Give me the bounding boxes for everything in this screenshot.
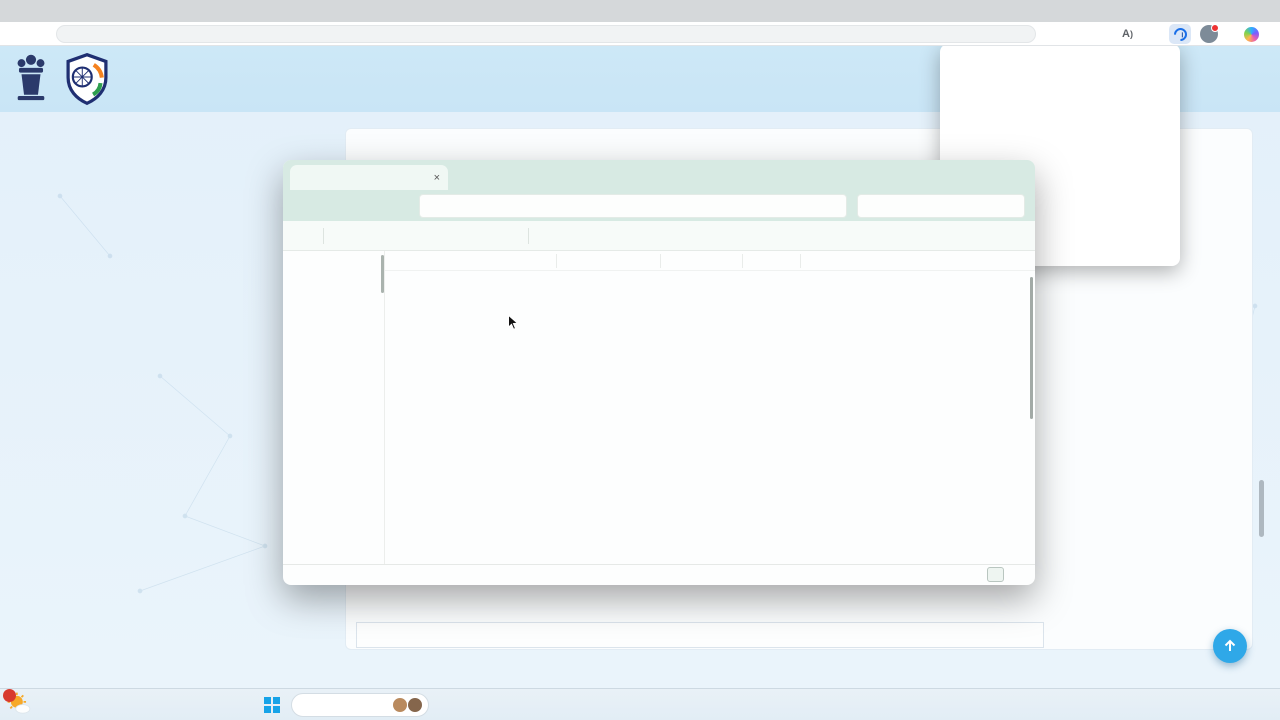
- explorer-file-list: [385, 251, 1035, 564]
- explorer-close-button[interactable]: [997, 160, 1027, 190]
- browser-toolbar-right: A): [1122, 22, 1272, 46]
- nic-vpn-shield-logo: [60, 52, 114, 106]
- window-maximize-button[interactable]: [1212, 0, 1246, 22]
- explorer-title-bar: ×: [283, 160, 1035, 190]
- view-button[interactable]: [563, 233, 585, 239]
- new-tab-button[interactable]: [18, 0, 40, 22]
- taskbar: [0, 688, 1280, 720]
- file-list-scrollbar-thumb[interactable]: [1030, 277, 1033, 419]
- explorer-command-bar: [283, 221, 1035, 251]
- taskbar-center: [260, 689, 436, 720]
- notification-badge: [3, 689, 16, 702]
- column-type[interactable]: [661, 254, 743, 268]
- profile-avatar[interactable]: [1200, 25, 1218, 43]
- large-icons-view-toggle-icon[interactable]: [1008, 567, 1025, 582]
- notifications-bell-icon: [649, 71, 663, 86]
- explorer-tab-close-icon[interactable]: ×: [434, 172, 440, 184]
- weather-widget[interactable]: [6, 691, 37, 717]
- column-name[interactable]: [385, 254, 557, 268]
- system-tray: [1229, 689, 1276, 720]
- taskbar-search[interactable]: [291, 693, 429, 717]
- tab-search-chevron-icon[interactable]: [0, 0, 18, 22]
- explorer-address-bar: [283, 190, 1035, 221]
- column-date-modified[interactable]: [557, 254, 661, 268]
- search-highlight-avatar: [407, 697, 423, 713]
- explorer-maximize-button[interactable]: [967, 160, 997, 190]
- search-downloads-input[interactable]: [857, 194, 1025, 218]
- explorer-minimize-button[interactable]: [937, 160, 967, 190]
- browser-window-controls: [1178, 0, 1280, 22]
- arrow-up-icon: [1222, 638, 1238, 654]
- details-view-toggle-icon[interactable]: [987, 567, 1004, 582]
- explorer-sidebar: [283, 251, 385, 564]
- window-minimize-button[interactable]: [1178, 0, 1212, 22]
- weather-icon: [6, 691, 32, 717]
- browser-tab-strip: [0, 0, 1280, 22]
- column-size[interactable]: [743, 254, 801, 268]
- sidebar-scrollbar-thumb[interactable]: [381, 255, 384, 293]
- downloads-tab-icon: [298, 171, 311, 184]
- breadcrumb[interactable]: [419, 194, 847, 218]
- search-highlight-avatar: [392, 697, 408, 713]
- explorer-window-controls: [937, 160, 1027, 190]
- window-close-button[interactable]: [1246, 0, 1280, 22]
- start-button[interactable]: [260, 693, 284, 717]
- page-scrollbar-thumb[interactable]: [1259, 480, 1264, 537]
- copilot-chat-button[interactable]: [1236, 25, 1272, 44]
- ashoka-emblem-logo: [12, 50, 50, 106]
- explorer-new-tab-button[interactable]: [455, 165, 475, 190]
- browser-toolbar: A): [0, 22, 1280, 46]
- column-headers: [385, 251, 1035, 271]
- address-bar[interactable]: [56, 25, 1036, 43]
- new-button[interactable]: [293, 233, 315, 239]
- file-explorer-window: ×: [283, 160, 1035, 585]
- explorer-status-bar: [283, 564, 1035, 584]
- copilot-icon: [1244, 27, 1259, 42]
- webpage: ▾ ×: [0, 46, 1280, 688]
- windows-logo-icon: [264, 697, 280, 713]
- scroll-to-top-button[interactable]: [1213, 629, 1247, 663]
- explorer-body: [283, 251, 1035, 564]
- mouse-cursor: [505, 314, 522, 331]
- downloads-icon[interactable]: [1169, 24, 1191, 44]
- sort-button[interactable]: [537, 233, 559, 239]
- software-table-row[interactable]: [356, 622, 1044, 648]
- section-chevron-icon[interactable]: [1227, 149, 1240, 162]
- explorer-tab-downloads[interactable]: ×: [290, 165, 448, 190]
- read-aloud-icon[interactable]: A): [1122, 28, 1133, 40]
